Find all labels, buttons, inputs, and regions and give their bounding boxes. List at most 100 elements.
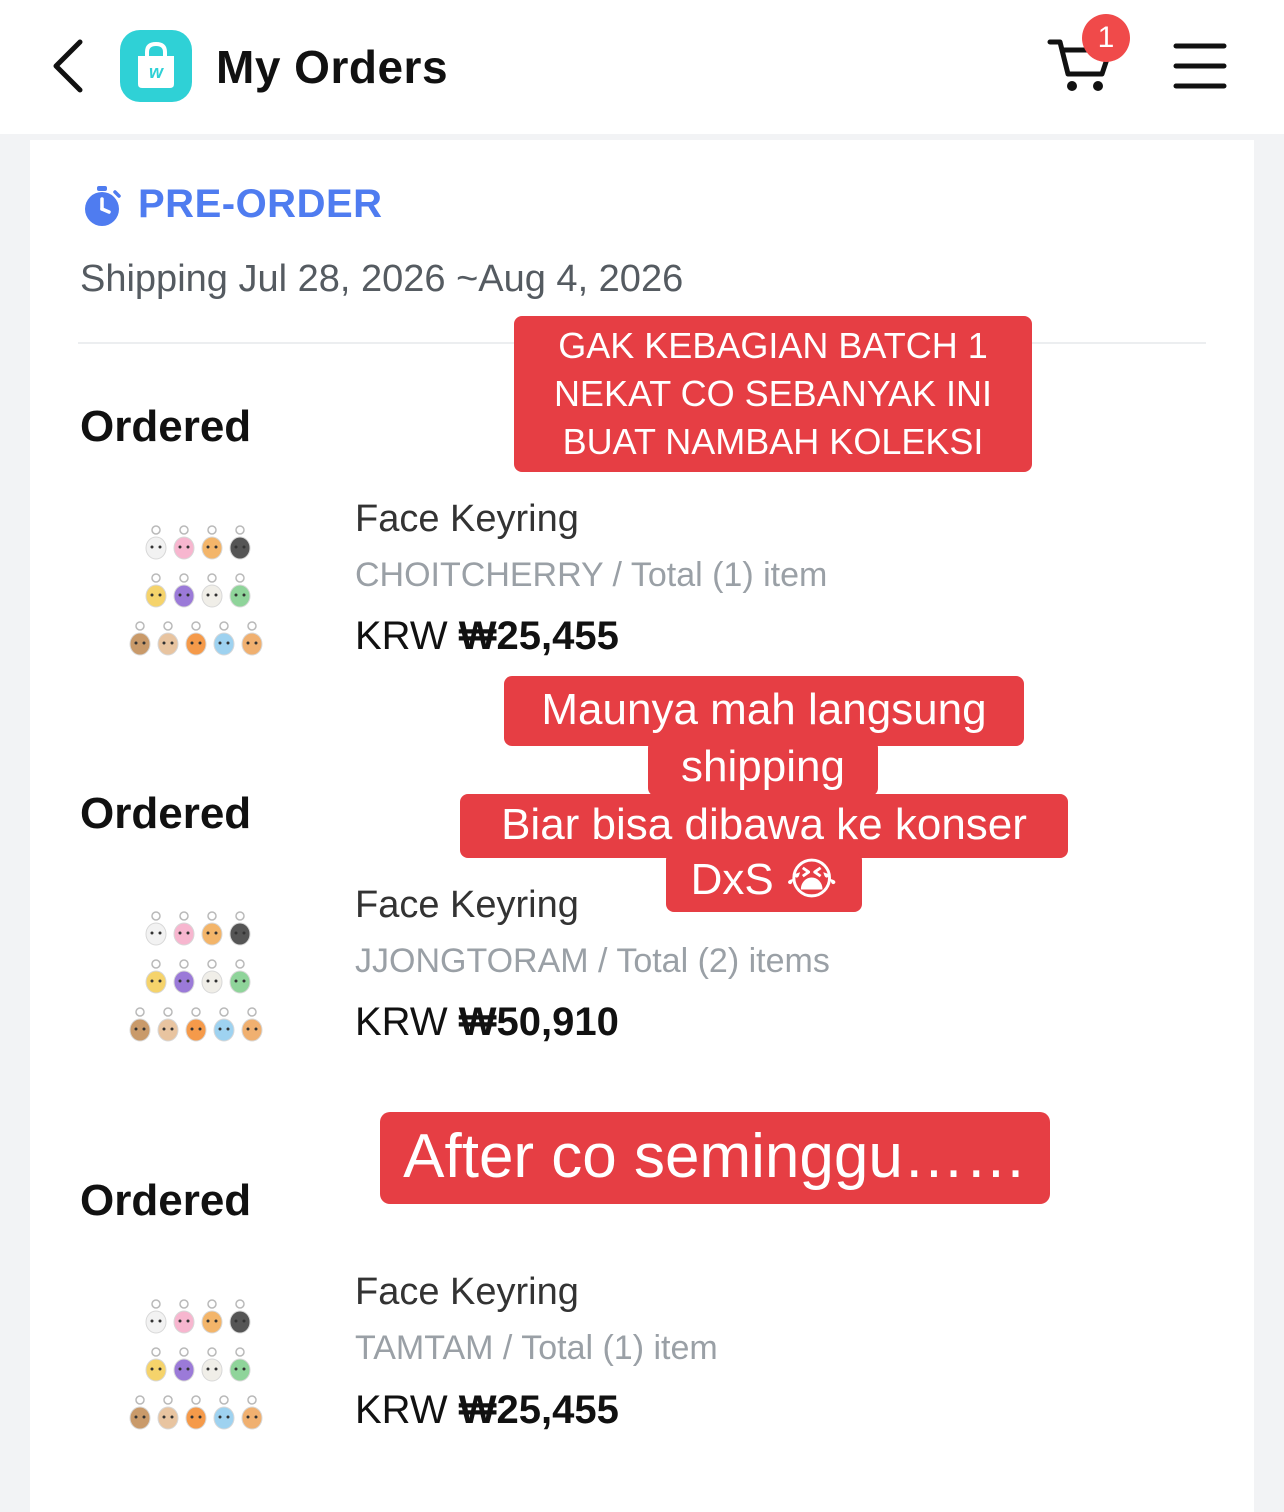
- keyring-eye: [186, 979, 190, 983]
- keyring-loop: [235, 573, 245, 583]
- keyring-eye: [234, 545, 238, 549]
- keyring-eye: [178, 979, 182, 983]
- cart-count-badge: 1: [1082, 14, 1130, 62]
- product-name[interactable]: Face Keyring: [355, 498, 579, 541]
- keyring-eye: [142, 1415, 146, 1419]
- keyring-face: [173, 584, 195, 608]
- keyring-loop: [135, 621, 145, 631]
- keyring-eye: [150, 545, 154, 549]
- keyring-eye: [158, 1319, 162, 1323]
- keyring-face: [229, 584, 251, 608]
- product-name[interactable]: Face Keyring: [355, 884, 579, 927]
- keyring-eye: [218, 1415, 222, 1419]
- keyring-loop: [151, 1299, 161, 1309]
- keyring-loop: [235, 1299, 245, 1309]
- keyring-loop: [219, 621, 229, 631]
- keyring-face: [173, 922, 195, 946]
- keyring-face: [201, 970, 223, 994]
- caption-overlay: Biar bisa dibawa ke konser: [460, 794, 1068, 858]
- keyring-loop: [151, 959, 161, 969]
- keyring-eye: [242, 593, 246, 597]
- back-arrow-icon[interactable]: [44, 36, 94, 96]
- keyring-loop: [163, 621, 173, 631]
- keyring-eye: [234, 1367, 238, 1371]
- keyring-face: [145, 922, 167, 946]
- keyring-face: [157, 632, 179, 656]
- product-thumbnail[interactable]: [122, 1296, 278, 1446]
- keyring-eye: [214, 545, 218, 549]
- keyring-loop: [207, 525, 217, 535]
- app-header: w My Orders 1: [0, 0, 1284, 134]
- keyring-eye: [206, 1319, 210, 1323]
- keyring-face: [241, 1406, 263, 1430]
- keyring-eye: [150, 979, 154, 983]
- keyring-loop: [135, 1007, 145, 1017]
- keyring-eye: [254, 641, 258, 645]
- keyring-eye: [206, 979, 210, 983]
- keyring-loop: [235, 959, 245, 969]
- keyring-eye: [242, 979, 246, 983]
- shopping-bag-icon: w: [138, 41, 174, 88]
- keyring-eye: [162, 1027, 166, 1031]
- keyring-eye: [242, 1319, 246, 1323]
- product-seller-quantity: TAMTAM / Total (1) item: [355, 1329, 718, 1367]
- price-amount: ₩25,455: [458, 1388, 619, 1432]
- keyring-loop: [207, 573, 217, 583]
- app-logo: w: [120, 30, 192, 102]
- keyring-eye: [190, 1027, 194, 1031]
- keyring-eye: [234, 1319, 238, 1323]
- keyring-loop: [247, 1395, 257, 1405]
- keyring-loop: [151, 573, 161, 583]
- stopwatch-icon: [85, 186, 121, 226]
- keyring-eye: [134, 1027, 138, 1031]
- caption-overlay: GAK KEBAGIAN BATCH 1 NEKAT CO SEBANYAK I…: [514, 316, 1032, 472]
- keyring-face: [213, 1018, 235, 1042]
- keyring-loop: [247, 1007, 257, 1017]
- keyring-eye: [178, 593, 182, 597]
- keyring-eye: [206, 593, 210, 597]
- order-status: Ordered: [80, 402, 252, 451]
- product-price: KRW ₩25,455: [355, 614, 619, 659]
- keyring-eye: [246, 1027, 250, 1031]
- keyring-eye: [134, 1415, 138, 1419]
- keyring-loop: [179, 573, 189, 583]
- keyring-eye: [190, 641, 194, 645]
- hamburger-menu-icon[interactable]: [1172, 40, 1228, 92]
- product-thumbnail[interactable]: [122, 522, 278, 672]
- keyring-eye: [142, 1027, 146, 1031]
- keyring-loop: [135, 1395, 145, 1405]
- product-name[interactable]: Face Keyring: [355, 1271, 579, 1314]
- keyring-face: [173, 1358, 195, 1382]
- keyring-set-illustration: [129, 525, 263, 656]
- keyring-loop: [179, 525, 189, 535]
- keyring-eye: [178, 545, 182, 549]
- keyring-eye: [214, 931, 218, 935]
- keyring-eye: [178, 1367, 182, 1371]
- product-thumbnail[interactable]: [122, 908, 278, 1058]
- keyring-eye: [134, 641, 138, 645]
- keyring-eye: [214, 1319, 218, 1323]
- keyring-eye: [170, 641, 174, 645]
- keyring-face: [145, 1358, 167, 1382]
- price-amount: ₩25,455: [458, 614, 619, 658]
- keyring-eye: [226, 1415, 230, 1419]
- keyring-loop: [207, 911, 217, 921]
- keyring-face: [157, 1018, 179, 1042]
- keyring-loop: [207, 1299, 217, 1309]
- keyring-eye: [214, 1367, 218, 1371]
- keyring-face: [185, 632, 207, 656]
- keyring-face: [173, 536, 195, 560]
- keyring-face: [145, 536, 167, 560]
- keyring-eye: [150, 1319, 154, 1323]
- keyring-face: [201, 1310, 223, 1334]
- keyring-face: [241, 1018, 263, 1042]
- product-seller-quantity: CHOITCHERRY / Total (1) item: [355, 556, 828, 594]
- keyring-loop: [235, 525, 245, 535]
- keyring-eye: [186, 931, 190, 935]
- keyring-loop: [151, 525, 161, 535]
- price-currency: KRW: [355, 1388, 448, 1432]
- keyring-eye: [158, 931, 162, 935]
- keyring-loop: [151, 911, 161, 921]
- keyring-face: [201, 1358, 223, 1382]
- keyring-eye: [246, 1415, 250, 1419]
